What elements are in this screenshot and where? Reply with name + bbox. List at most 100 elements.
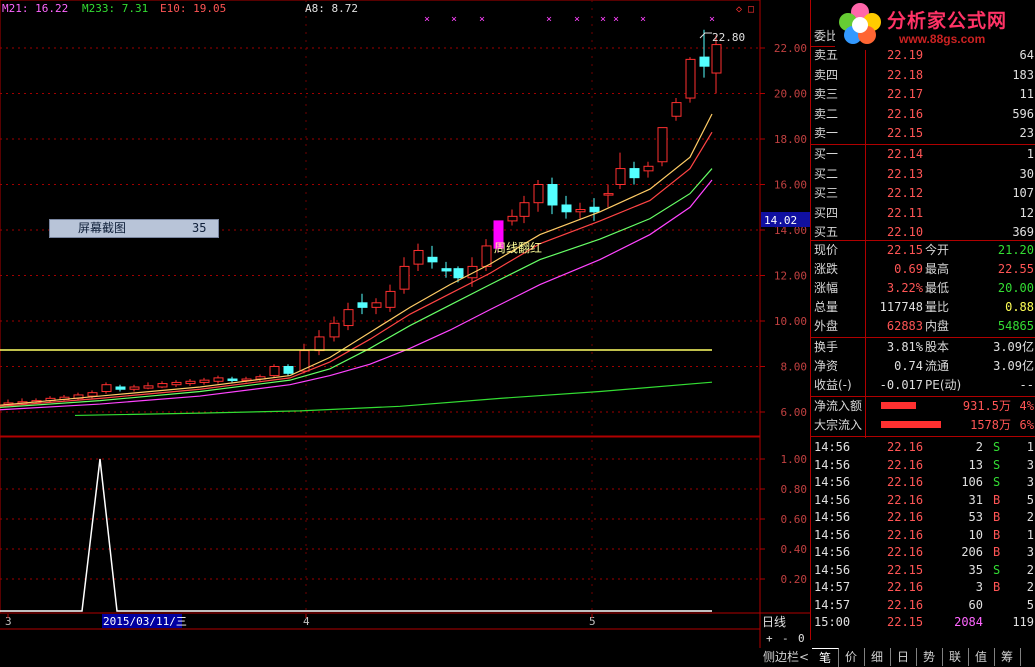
tick-volume: 10	[968, 527, 983, 542]
tick-side: S	[993, 475, 1001, 489]
ma21-line	[0, 179, 713, 411]
tick-row: 14:56 22.16 31 B 5	[811, 491, 1035, 510]
screenshot-popup[interactable]: 屏幕截图 35	[49, 219, 219, 238]
tick-price: 22.15	[887, 615, 924, 629]
tick-price: 22.16	[887, 527, 924, 542]
candle-body	[547, 184, 558, 206]
tick-time: 14:56	[814, 475, 851, 489]
candle-body	[453, 268, 464, 279]
ask-label: 卖四	[814, 67, 839, 82]
bottom-tab-4[interactable]: 日	[890, 648, 917, 666]
tick-row: 15:00 22.15 2084 119	[811, 613, 1035, 632]
weekly-turn-red-annotation: 周线翻红	[494, 240, 542, 255]
bottom-tab-1[interactable]: 笔	[812, 648, 839, 667]
ask-volume: 596	[1012, 106, 1034, 121]
tick-volume: 60	[968, 597, 983, 612]
bottom-tab-0[interactable]: 侧边栏<	[760, 648, 813, 666]
candle-body	[185, 380, 196, 385]
ask-row: 卖四 22.18 183	[811, 66, 1035, 85]
tick-side: B	[993, 492, 1001, 507]
candle-body	[685, 58, 696, 99]
tick-side: B	[993, 527, 1001, 542]
stat-value: 20.00	[997, 281, 1034, 295]
stat-value: 62883	[886, 319, 923, 333]
tick-time: 14:56	[814, 527, 851, 542]
tick-row: 14:56 22.16 10 B 1	[811, 526, 1035, 545]
signal-marker: ×	[613, 14, 619, 25]
tick-volume: 106	[961, 475, 983, 489]
candle-body	[129, 386, 140, 390]
ma-yellow-line	[0, 113, 713, 406]
candle-body	[603, 193, 614, 196]
bid-price: 22.13	[887, 166, 924, 181]
stat-label: 现价	[814, 243, 839, 257]
tick-side: B	[993, 510, 1001, 524]
ask-row: 卖三 22.17 11	[811, 85, 1035, 104]
stat-label: 股本	[925, 340, 950, 354]
bid-label: 买四	[814, 205, 839, 220]
bid-label: 买二	[814, 166, 839, 181]
tick-time: 14:56	[814, 510, 851, 524]
stat-label: 净资	[814, 359, 839, 373]
signal-marker: ×	[574, 14, 580, 25]
stat-label: 最低	[925, 281, 950, 295]
candle-body	[413, 249, 424, 265]
stat-label: 流通	[925, 359, 950, 373]
stat-value: 3.09亿	[993, 340, 1034, 354]
candle-body	[643, 165, 654, 172]
ask-row: 卖一 22.15 23	[811, 124, 1035, 143]
ask-volume: 183	[1012, 67, 1034, 82]
tick-side: B	[993, 545, 1001, 559]
tick-count: 1	[1026, 527, 1034, 542]
candle-body	[427, 256, 438, 263]
candle-body	[101, 384, 112, 393]
price-tick: 18.00	[774, 133, 807, 146]
price-tick: 12.00	[774, 270, 807, 283]
candle-body	[507, 215, 518, 222]
site-logo: 分析家公式网 www.88gs.com	[835, 0, 1035, 50]
tick-side: S	[993, 562, 1001, 577]
stat-label: 收益(-)	[814, 378, 852, 392]
candle-body	[441, 268, 452, 272]
ask-volume: 11	[1019, 87, 1034, 101]
zoom-out-button[interactable]: -	[782, 631, 789, 647]
bottom-tab-bar: 侧边栏< 笔价细日势联值筹	[760, 648, 1035, 667]
stat-row: 现价 22.15 今开 21.20	[811, 241, 1035, 260]
candle-body	[329, 322, 340, 338]
tick-row: 14:57 22.16 60 5	[811, 596, 1035, 615]
tick-count: 3	[1026, 545, 1034, 559]
zoom-in-button[interactable]: +	[766, 631, 773, 647]
stat-value: 117748	[879, 300, 923, 314]
flow-label: 净流入额	[814, 399, 863, 413]
candle-body	[157, 383, 168, 388]
tick-price: 22.16	[887, 510, 924, 524]
stat-row: 换手 3.81% 股本 3.09亿	[811, 338, 1035, 357]
bottom-tab-7[interactable]: 值	[968, 648, 995, 666]
bottom-tab-5[interactable]: 势	[916, 648, 943, 666]
bottom-tab-3[interactable]: 细	[864, 648, 891, 666]
svg-text:◇: ◇	[736, 4, 742, 15]
ask-label: 卖一	[814, 126, 839, 140]
ma-green-line	[0, 168, 713, 409]
ask-label: 卖三	[814, 87, 839, 101]
tick-count: 2	[1026, 510, 1034, 524]
stat-row: 外盘 62883 内盘 54865	[811, 317, 1035, 336]
tick-volume: 2084	[954, 615, 983, 629]
zoom-reset-button[interactable]: 0	[798, 631, 805, 647]
candle-body	[657, 127, 668, 163]
candle-body	[615, 168, 626, 185]
bid-row: 买三 22.12 107	[811, 184, 1035, 203]
tick-time: 14:57	[814, 580, 851, 594]
tick-row: 14:56 22.16 206 B 3	[811, 543, 1035, 562]
indicator-a8: A8: 8.72	[305, 2, 358, 15]
flow-value: 1578万	[970, 418, 1011, 432]
kline-chart[interactable]: × × × × × × × × × M21: 16.22 M233: 7.31 E10: 19.…	[0, 0, 810, 648]
bottom-tab-6[interactable]: 联	[942, 648, 969, 666]
high-price-label: 22.80	[712, 31, 745, 44]
stat-row: 收益(-) -0.017 PE(动) --	[811, 376, 1035, 395]
bottom-tab-2[interactable]: 价	[838, 648, 865, 666]
bottom-tab-8[interactable]: 筹	[994, 648, 1021, 666]
candle-body	[371, 302, 382, 308]
signal-marker: ×	[709, 14, 715, 25]
period-label[interactable]: 日线	[762, 614, 810, 630]
